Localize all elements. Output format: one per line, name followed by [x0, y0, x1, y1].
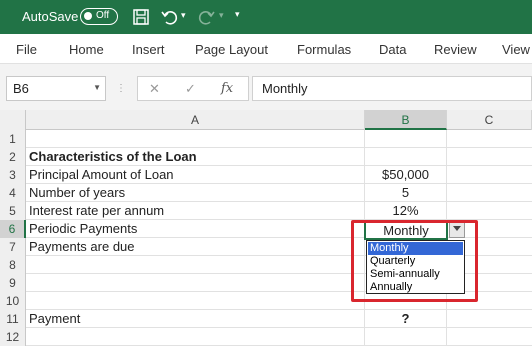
redo-icon[interactable]	[198, 8, 216, 26]
tab-home[interactable]: Home	[69, 42, 104, 57]
cell-b[interactable]	[365, 328, 447, 346]
name-box[interactable]: B6 ▼	[6, 76, 106, 101]
row-header[interactable]: 11	[0, 310, 26, 328]
cell-a[interactable]	[26, 256, 365, 274]
table-row: 1	[0, 130, 532, 148]
tab-data[interactable]: Data	[379, 42, 406, 57]
enter-icon[interactable]: ✓	[185, 81, 196, 97]
column-headers: A B C	[0, 110, 532, 130]
select-all-corner[interactable]	[0, 110, 26, 130]
tab-page-layout[interactable]: Page Layout	[195, 42, 268, 57]
customize-qat-icon[interactable]: ▾	[235, 9, 240, 20]
insert-function-icon[interactable]: fx	[221, 81, 233, 96]
tab-insert[interactable]: Insert	[132, 42, 165, 57]
autosave-label: AutoSave	[22, 9, 79, 24]
save-icon[interactable]	[132, 8, 150, 26]
row-header[interactable]: 3	[0, 166, 26, 184]
row-header[interactable]: 5	[0, 202, 26, 220]
toggle-knob	[84, 12, 92, 20]
row-header[interactable]: 1	[0, 130, 26, 148]
cell-a[interactable]: Payment	[26, 310, 365, 328]
title-bar: AutoSave Off ▾ ▾ ▾	[0, 0, 532, 34]
column-header-c[interactable]: C	[447, 110, 532, 130]
more-options-icon[interactable]: ⋮	[116, 83, 126, 94]
cell-b[interactable]: 5	[365, 184, 447, 202]
cell-b[interactable]	[365, 130, 447, 148]
tab-view[interactable]: View	[502, 42, 530, 57]
redo-dropdown-icon[interactable]: ▾	[219, 10, 224, 21]
column-header-a[interactable]: A	[26, 110, 365, 130]
cell-a[interactable]	[26, 274, 365, 292]
toggle-state-label: Off	[96, 10, 110, 21]
row-header[interactable]: 2	[0, 148, 26, 166]
undo-icon[interactable]	[160, 8, 178, 26]
table-row: 3 Principal Amount of Loan $50,000	[0, 166, 532, 184]
cell-a[interactable]: Interest rate per annum	[26, 202, 365, 220]
row-header[interactable]: 12	[0, 328, 26, 346]
formula-value: Monthly	[262, 81, 308, 96]
undo-dropdown-icon[interactable]: ▾	[181, 10, 186, 21]
chevron-down-icon[interactable]: ▼	[93, 83, 101, 92]
cell-b[interactable]: $50,000	[365, 166, 447, 184]
ribbon-tabs: File Home Insert Page Layout Formulas Da…	[0, 34, 532, 64]
cell-c[interactable]	[447, 310, 532, 328]
row-header[interactable]: 7	[0, 238, 26, 256]
cell-a[interactable]: Periodic Payments	[26, 220, 365, 238]
cell-b[interactable]	[365, 148, 447, 166]
cancel-icon[interactable]: ✕	[149, 81, 160, 97]
name-box-value: B6	[13, 81, 29, 96]
row-header[interactable]: 6	[0, 220, 26, 238]
table-row: 5 Interest rate per annum 12%	[0, 202, 532, 220]
tab-formulas[interactable]: Formulas	[297, 42, 351, 57]
cell-a[interactable]: Characteristics of the Loan	[26, 148, 365, 166]
cell-c[interactable]	[447, 328, 532, 346]
tab-file[interactable]: File	[16, 42, 37, 57]
table-row: 4 Number of years 5	[0, 184, 532, 202]
table-row: 2 Characteristics of the Loan	[0, 148, 532, 166]
cell-c[interactable]	[447, 202, 532, 220]
cell-c[interactable]	[447, 166, 532, 184]
cell-c[interactable]	[447, 130, 532, 148]
formula-buttons: ✕ ✓ fx	[137, 76, 249, 101]
cell-a[interactable]	[26, 328, 365, 346]
cell-a[interactable]: Number of years	[26, 184, 365, 202]
cell-c[interactable]	[447, 184, 532, 202]
column-header-b[interactable]: B	[365, 110, 447, 130]
row-header[interactable]: 8	[0, 256, 26, 274]
cell-a[interactable]	[26, 130, 365, 148]
row-header[interactable]: 10	[0, 292, 26, 310]
autosave-toggle[interactable]: Off	[80, 8, 118, 25]
cell-a[interactable]: Payments are due	[26, 238, 365, 256]
highlight-box	[351, 220, 478, 302]
table-row: 12	[0, 328, 532, 346]
row-header[interactable]: 9	[0, 274, 26, 292]
cell-b[interactable]: 12%	[365, 202, 447, 220]
cell-a[interactable]	[26, 292, 365, 310]
tab-review[interactable]: Review	[434, 42, 477, 57]
cell-c[interactable]	[447, 148, 532, 166]
formula-bar: B6 ▼ ⋮ ✕ ✓ fx Monthly	[0, 64, 532, 116]
table-row: 11 Payment?	[0, 310, 532, 328]
cell-b[interactable]: ?	[365, 310, 447, 328]
row-header[interactable]: 4	[0, 184, 26, 202]
cell-a[interactable]: Principal Amount of Loan	[26, 166, 365, 184]
formula-input[interactable]: Monthly	[252, 76, 532, 101]
